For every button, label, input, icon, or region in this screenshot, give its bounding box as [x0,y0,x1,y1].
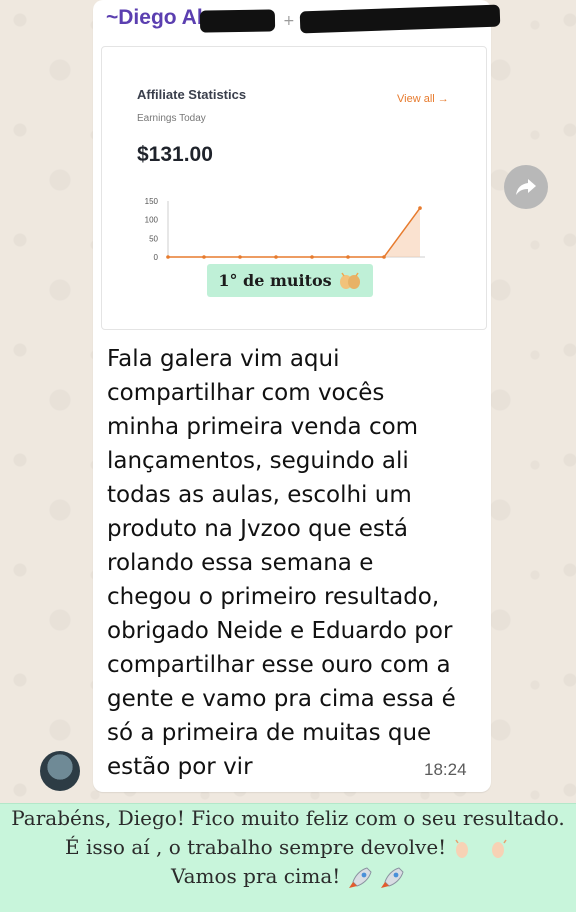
phone-prefix: + [283,13,295,29]
reply-line-3-wrap: Vamos pra cima! [0,862,576,891]
message-text: Fala galera vim aqui compartilhar com vo… [107,346,456,780]
y-tick-label: 150 [145,197,159,206]
data-point [202,255,206,259]
rocket-icon [348,866,372,888]
avatar[interactable] [40,751,80,791]
reply-line-2-wrap: É isso aí , o trabalho sempre devolve! [0,833,576,862]
data-point [382,255,386,259]
reply-line-2: É isso aí , o trabalho sempre devolve! [65,835,447,859]
forward-button[interactable] [504,165,548,209]
share-forward-icon [516,179,536,195]
earnings-value: $131.00 [137,143,213,166]
rocket-icon [381,866,404,888]
data-point [418,206,422,210]
caption-text: 1° de muitos [218,271,332,290]
affiliate-stats-image[interactable]: Affiliate Statistics Earnings Today $131… [101,46,487,330]
earnings-area [168,208,420,257]
earnings-line [168,207,421,258]
clapping-hands-icon [491,839,507,858]
clapping-hands-icon [339,272,360,289]
redaction-mark [199,9,276,33]
data-point [346,255,350,259]
y-tick-label: 100 [145,216,159,225]
card-title: Affiliate Statistics [137,87,247,102]
message-time: 18:24 [424,760,467,779]
data-point [166,255,170,259]
card-subtitle: Earnings Today [137,113,206,124]
earnings-chart: 150 100 50 0 [145,197,425,262]
clapping-hands-icon [454,839,468,858]
data-point [238,255,242,259]
view-all-link[interactable]: View all → [397,93,449,105]
y-tick-label: 50 [149,234,158,243]
caption-badge: 1° de muitos [207,264,373,297]
reply-line-3: Vamos pra cima! [170,864,341,888]
data-point [310,255,314,259]
data-point [274,255,278,259]
reply-caption: Parabéns, Diego! Fico muito feliz com o … [0,803,576,912]
reply-line-1: Parabéns, Diego! Fico muito feliz com o … [11,806,565,830]
y-tick-label: 0 [154,253,159,262]
